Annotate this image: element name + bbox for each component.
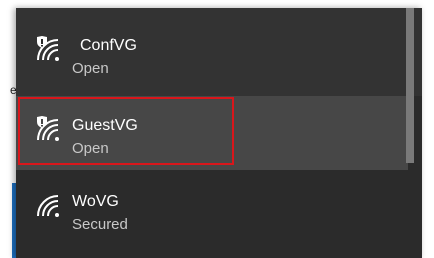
network-item-confvg[interactable]: ConfVG Open — [16, 16, 408, 90]
scrollbar[interactable] — [406, 8, 414, 163]
network-item-wovg[interactable]: WoVG Secured — [16, 172, 408, 246]
selection-highlight-box — [18, 97, 234, 165]
network-status: Secured — [72, 216, 128, 233]
network-name: WoVG — [72, 193, 119, 210]
desktop: e ConfVG Open GuestVG Open WoVG Secured — [0, 0, 434, 258]
network-status: Open — [72, 60, 109, 77]
network-name: ConfVG — [80, 37, 137, 54]
wifi-icon — [37, 195, 59, 217]
wifi-shield-icon — [37, 36, 59, 61]
